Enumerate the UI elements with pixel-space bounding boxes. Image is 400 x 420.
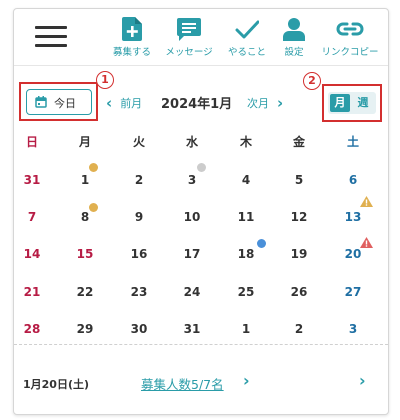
day-cell[interactable]: 13 xyxy=(333,210,373,224)
day-cell[interactable]: 2 xyxy=(119,173,159,187)
day-cell[interactable]: 5 xyxy=(279,173,319,187)
day-cell[interactable]: 4 xyxy=(226,173,266,187)
todo-label: やること xyxy=(227,47,266,58)
day-cell[interactable]: 16 xyxy=(119,247,159,261)
weekday-mon: 月 xyxy=(78,135,91,149)
chevron-right-icon[interactable]: › xyxy=(359,371,366,390)
divider xyxy=(14,344,388,345)
chevron-right-icon: › xyxy=(277,94,284,112)
day-cell[interactable]: 17 xyxy=(172,247,212,261)
day-cell[interactable]: 12 xyxy=(279,210,319,224)
today-button[interactable]: 今日 xyxy=(26,89,92,115)
day-cell[interactable]: 29 xyxy=(65,322,105,336)
todo-button[interactable]: やること xyxy=(224,17,270,58)
event-dot-blue xyxy=(257,239,266,248)
month-title: 2024年1月 xyxy=(161,97,233,112)
day-cell[interactable]: 19 xyxy=(279,247,319,261)
day-cell[interactable]: 7 xyxy=(14,210,52,224)
calendar-header: 1 今日 ‹ 前月 2024年1月 次月 › 2 月 週 xyxy=(14,71,388,125)
next-month-label: 次月 xyxy=(247,97,269,110)
menu-icon[interactable] xyxy=(35,26,67,48)
weekday-fri: 金 xyxy=(292,135,305,149)
day-cell[interactable]: 8 xyxy=(65,210,105,224)
event-dot-gray xyxy=(197,163,206,172)
annotation-badge-2: 2 xyxy=(303,72,321,90)
copy-link-label: リンクコピー xyxy=(321,47,379,58)
day-cell[interactable]: 10 xyxy=(172,210,212,224)
day-cell[interactable]: 2 xyxy=(279,322,319,336)
recruit-button[interactable]: 募集する xyxy=(110,17,154,58)
message-button[interactable]: メッセージ xyxy=(160,17,218,58)
event-dot-gold xyxy=(89,203,98,212)
today-label: 今日 xyxy=(54,97,76,110)
day-cell[interactable]: 6 xyxy=(333,173,373,187)
chevron-right-icon[interactable]: › xyxy=(243,371,250,390)
alert-icon xyxy=(360,237,373,248)
add-document-icon xyxy=(122,17,142,41)
prev-month-button[interactable]: ‹ 前月 xyxy=(106,94,142,112)
message-label: メッセージ xyxy=(165,47,213,58)
next-month-button[interactable]: 次月 › xyxy=(247,94,283,112)
day-cell[interactable]: 9 xyxy=(119,210,159,224)
weekday-sat: 土 xyxy=(346,135,359,149)
settings-label: 設定 xyxy=(284,47,304,58)
day-cell[interactable]: 31 xyxy=(14,173,52,187)
day-cell[interactable]: 31 xyxy=(172,322,212,336)
day-cell[interactable]: 25 xyxy=(226,285,266,299)
weekday-wed: 水 xyxy=(185,135,198,149)
calendar-icon xyxy=(35,96,47,108)
message-icon xyxy=(177,18,201,41)
weekday-sun: 日 xyxy=(25,135,38,149)
weekday-thu: 木 xyxy=(239,135,252,149)
toolbar: 募集する メッセージ やること 設定 リンクコピー xyxy=(14,9,388,66)
day-cell[interactable]: 23 xyxy=(119,285,159,299)
recruit-count-link[interactable]: 募集人数5/7名 xyxy=(141,374,224,393)
weekday-tue: 火 xyxy=(132,135,145,149)
day-cell[interactable]: 11 xyxy=(226,210,266,224)
day-cell[interactable]: 24 xyxy=(172,285,212,299)
person-icon xyxy=(283,18,305,41)
settings-button[interactable]: 設定 xyxy=(279,17,309,58)
day-cell[interactable]: 1 xyxy=(226,322,266,336)
view-toggle: 月 週 xyxy=(328,92,376,114)
day-cell[interactable]: 3 xyxy=(172,173,212,187)
check-icon xyxy=(235,20,259,39)
link-icon xyxy=(336,22,364,36)
recruit-label: 募集する xyxy=(112,47,151,58)
day-cell[interactable]: 3 xyxy=(333,322,373,336)
day-cell[interactable]: 21 xyxy=(14,285,52,299)
annotation-badge-1: 1 xyxy=(96,71,114,89)
chevron-left-icon: ‹ xyxy=(106,94,113,112)
prev-month-label: 前月 xyxy=(120,97,143,110)
day-cell-holiday[interactable]: 15 xyxy=(65,247,105,261)
day-cell[interactable]: 18 xyxy=(226,247,266,261)
selected-date-label: 1月20日(土) xyxy=(23,378,90,391)
week-view-button[interactable]: 週 xyxy=(353,94,373,112)
calendar-app: 募集する メッセージ やること 設定 リンクコピー 1 今日 ‹ 前月 2024… xyxy=(13,8,389,415)
day-cell[interactable]: 20 xyxy=(333,247,373,261)
day-cell[interactable]: 26 xyxy=(279,285,319,299)
day-cell[interactable]: 14 xyxy=(14,247,52,261)
day-cell[interactable]: 22 xyxy=(65,285,105,299)
day-cell[interactable]: 30 xyxy=(119,322,159,336)
day-cell[interactable]: 28 xyxy=(14,322,52,336)
event-dot-gold xyxy=(89,163,98,172)
month-view-button[interactable]: 月 xyxy=(330,94,350,112)
copy-link-button[interactable]: リンクコピー xyxy=(319,17,381,58)
warning-icon xyxy=(360,196,373,207)
day-cell[interactable]: 27 xyxy=(333,285,373,299)
day-cell[interactable]: 1 xyxy=(65,173,105,187)
